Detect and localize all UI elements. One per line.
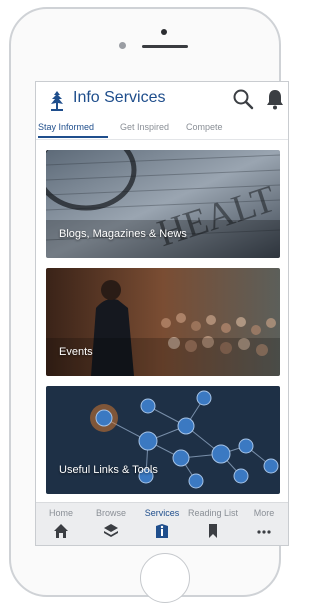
nav-label: Services — [144, 508, 180, 518]
tab-get-inspired[interactable]: Get Inspired — [120, 122, 169, 132]
nav-more[interactable]: More — [239, 503, 288, 545]
hardware-home-button[interactable] — [140, 553, 190, 603]
app-header: Info Services Stay Informed Get Inspired… — [36, 82, 288, 142]
layers-icon — [104, 524, 118, 537]
bookmark-icon — [209, 524, 217, 538]
search-icon[interactable] — [232, 88, 254, 110]
nav-label: Home — [48, 508, 73, 518]
header-divider — [36, 139, 288, 140]
app-logo-icon — [51, 91, 63, 111]
nav-services[interactable]: Services — [137, 503, 187, 545]
card-blogs-magazines-news[interactable]: HEALT Blogs, Magazines & News — [46, 150, 280, 258]
tab-stay-informed[interactable]: Stay Informed — [38, 122, 94, 132]
info-icon — [156, 524, 168, 538]
app-title: Info Services — [73, 89, 166, 106]
card-label: Blogs, Magazines & News — [59, 228, 187, 240]
front-camera — [119, 42, 126, 49]
card-useful-links-tools[interactable]: Useful Links & Tools — [46, 386, 280, 494]
nav-label: Reading List — [188, 508, 239, 518]
active-tab-indicator — [38, 136, 108, 138]
proximity-sensor — [161, 29, 167, 35]
card-label: Useful Links & Tools — [59, 464, 158, 476]
nav-home[interactable]: Home — [36, 503, 86, 545]
app-screen: Info Services Stay Informed Get Inspired… — [35, 81, 289, 546]
nav-label: More — [253, 508, 275, 518]
earpiece-speaker — [142, 45, 188, 48]
home-icon — [54, 524, 68, 538]
nav-reading-list[interactable]: Reading List — [188, 503, 239, 545]
newspaper-health-image: HEALT — [46, 150, 280, 258]
card-events[interactable]: Events — [46, 268, 280, 376]
nav-label: Browse — [95, 508, 126, 518]
bottom-navigation: Home Browse Services Reading List More — [36, 502, 288, 545]
notification-bell-icon[interactable] — [265, 88, 285, 110]
phone-frame: Info Services Stay Informed Get Inspired… — [9, 7, 289, 603]
nav-browse[interactable]: Browse — [86, 503, 136, 545]
card-label: Events — [59, 346, 93, 358]
more-icon — [257, 530, 271, 534]
conference-audience-image — [46, 268, 280, 376]
network-people-image — [46, 386, 280, 494]
tab-compete[interactable]: Compete — [186, 122, 223, 132]
